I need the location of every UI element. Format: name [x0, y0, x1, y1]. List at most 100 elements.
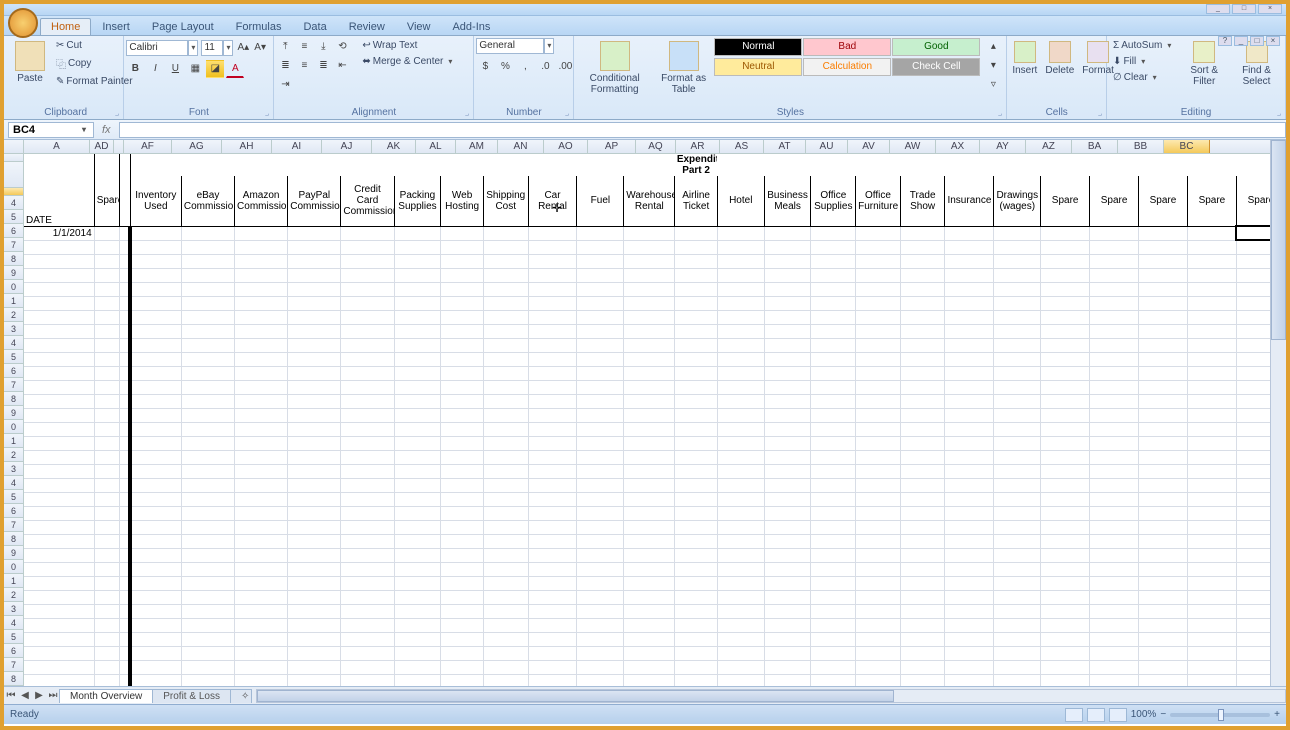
cell[interactable]	[235, 296, 288, 310]
cell[interactable]	[811, 450, 856, 464]
cell[interactable]	[24, 576, 94, 590]
cell[interactable]	[94, 590, 120, 604]
row-header[interactable]: 4	[4, 476, 24, 490]
cell[interactable]	[1041, 240, 1090, 254]
cell[interactable]	[624, 324, 675, 338]
align-center-icon[interactable]: ≡	[295, 57, 313, 75]
cell[interactable]	[341, 394, 394, 408]
cell[interactable]	[181, 394, 234, 408]
cell[interactable]	[1139, 520, 1188, 534]
cell[interactable]	[1187, 282, 1236, 296]
cell[interactable]	[624, 366, 675, 380]
cell[interactable]	[120, 268, 131, 282]
cell[interactable]	[811, 366, 856, 380]
cell[interactable]	[130, 394, 181, 408]
cell[interactable]	[624, 590, 675, 604]
cell[interactable]	[483, 268, 528, 282]
cell[interactable]	[624, 422, 675, 436]
cell[interactable]	[764, 604, 811, 618]
cell[interactable]	[764, 660, 811, 674]
cell[interactable]	[341, 548, 394, 562]
cell[interactable]	[717, 450, 764, 464]
cell[interactable]	[994, 646, 1041, 660]
cell[interactable]	[235, 548, 288, 562]
cell[interactable]	[994, 464, 1041, 478]
row-headers[interactable]: 45678901234567890123456789012345678	[4, 154, 24, 686]
cell[interactable]	[624, 562, 675, 576]
row-header[interactable]: 7	[4, 238, 24, 252]
cell[interactable]	[130, 352, 181, 366]
cell[interactable]	[717, 254, 764, 268]
cell[interactable]	[1041, 646, 1090, 660]
cell[interactable]	[811, 548, 856, 562]
cell[interactable]	[675, 240, 718, 254]
cell[interactable]	[235, 240, 288, 254]
cell[interactable]	[24, 338, 94, 352]
cell[interactable]	[181, 408, 234, 422]
cell[interactable]	[1187, 674, 1236, 686]
ribbon-close[interactable]: ×	[1266, 36, 1280, 46]
cell[interactable]	[483, 296, 528, 310]
cell[interactable]	[288, 464, 341, 478]
header-cell[interactable]: Spare	[1090, 176, 1139, 226]
cell[interactable]	[1041, 478, 1090, 492]
cell[interactable]	[994, 380, 1041, 394]
cell[interactable]	[120, 352, 131, 366]
cell[interactable]	[120, 520, 131, 534]
cell[interactable]	[235, 632, 288, 646]
cell[interactable]	[624, 296, 675, 310]
cell[interactable]	[288, 408, 341, 422]
currency-button[interactable]: $	[476, 58, 494, 76]
cell[interactable]	[675, 282, 718, 296]
cell[interactable]	[94, 478, 120, 492]
cell[interactable]	[900, 604, 945, 618]
cell[interactable]	[900, 590, 945, 604]
cell[interactable]	[341, 268, 394, 282]
cell[interactable]	[1041, 436, 1090, 450]
cell[interactable]	[288, 520, 341, 534]
cell[interactable]	[1090, 422, 1139, 436]
cell[interactable]	[1139, 464, 1188, 478]
cell[interactable]	[120, 296, 131, 310]
tab-home[interactable]: Home	[40, 18, 91, 35]
cell[interactable]	[394, 604, 441, 618]
cell[interactable]	[528, 436, 577, 450]
cell[interactable]	[528, 618, 577, 632]
align-right-icon[interactable]: ≣	[314, 57, 332, 75]
cell[interactable]	[900, 296, 945, 310]
cell[interactable]	[483, 478, 528, 492]
cell[interactable]	[811, 576, 856, 590]
cell[interactable]	[235, 562, 288, 576]
cell[interactable]	[94, 310, 120, 324]
cell[interactable]	[1090, 492, 1139, 506]
cell[interactable]	[24, 154, 94, 176]
cell[interactable]	[624, 282, 675, 296]
cell[interactable]	[441, 534, 484, 548]
cell[interactable]	[94, 226, 120, 240]
cell[interactable]	[577, 338, 624, 352]
cell[interactable]	[1090, 562, 1139, 576]
cell[interactable]	[764, 646, 811, 660]
row-header[interactable]: 8	[4, 672, 24, 686]
cell[interactable]	[1041, 268, 1090, 282]
cell[interactable]	[945, 268, 994, 282]
cell[interactable]	[528, 660, 577, 674]
cell[interactable]	[441, 590, 484, 604]
tab-data[interactable]: Data	[292, 18, 337, 35]
cell[interactable]	[483, 604, 528, 618]
cell[interactable]	[1187, 618, 1236, 632]
col-AY[interactable]: AY	[980, 140, 1026, 153]
cell[interactable]	[528, 154, 577, 176]
cell[interactable]	[717, 618, 764, 632]
cell[interactable]	[341, 632, 394, 646]
cell[interactable]	[856, 296, 901, 310]
cell[interactable]	[856, 464, 901, 478]
cell[interactable]	[1187, 436, 1236, 450]
cell[interactable]	[856, 520, 901, 534]
cell[interactable]	[900, 352, 945, 366]
cell[interactable]	[856, 352, 901, 366]
cell[interactable]	[900, 240, 945, 254]
cell[interactable]	[856, 422, 901, 436]
cell[interactable]	[577, 646, 624, 660]
cell[interactable]	[764, 352, 811, 366]
